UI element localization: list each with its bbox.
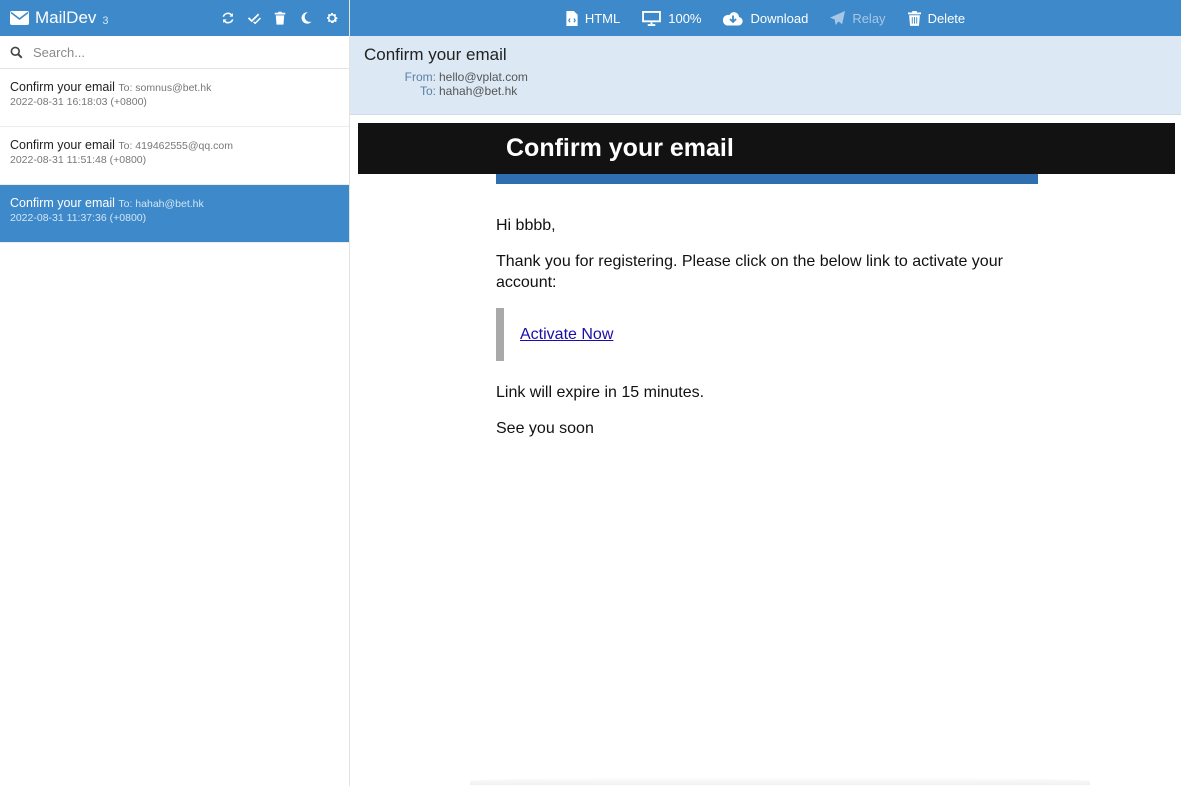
message-body: Confirm your email Hi bbbb, Thank you fo… (350, 115, 1181, 785)
message-toolbar: HTML 100% Download Relay Delete (350, 0, 1181, 36)
brand-bar: MailDev 3 (0, 0, 349, 36)
activate-link[interactable]: Activate Now (520, 326, 613, 343)
email-date: 2022-08-31 16:18:03 (+0800) (10, 96, 147, 108)
zoom-button[interactable]: 100% (642, 10, 702, 26)
signoff-text: See you soon (496, 420, 594, 437)
message-subject: Confirm your email (364, 45, 507, 64)
message-meta: From: hello@vplat.com To: hahah@bet.hk (364, 70, 1167, 98)
activation-callout: Activate Now (496, 308, 1056, 361)
moon-icon[interactable] (299, 11, 313, 25)
email-list-item[interactable]: Confirm your email To: 419462555@qq.com … (0, 127, 349, 185)
from-value: hello@vplat.com (439, 70, 528, 84)
monitor-icon (642, 10, 662, 26)
delete-label: Delete (927, 10, 966, 26)
relay-button[interactable]: Relay (830, 10, 886, 26)
search-input[interactable] (31, 43, 335, 61)
email-recipient: To: hahah@bet.hk (118, 198, 204, 210)
download-button[interactable]: Download (723, 11, 808, 26)
search-bar (0, 36, 349, 69)
email-recipient: To: somnus@bet.hk (118, 82, 212, 94)
relay-label: Relay (852, 10, 886, 26)
email-date: 2022-08-31 11:51:48 (+0800) (10, 154, 147, 166)
check-all-icon[interactable] (247, 11, 261, 25)
sidebar-tools (221, 11, 339, 25)
email-list-item[interactable]: Confirm your email To: somnus@bet.hk 202… (0, 69, 349, 127)
email-subject: Confirm your email (10, 196, 115, 210)
file-code-icon (566, 10, 578, 26)
search-icon (10, 46, 23, 59)
to-value: hahah@bet.hk (439, 84, 518, 98)
zoom-label: 100% (668, 10, 702, 26)
envelope-icon (10, 11, 29, 25)
email-banner: Confirm your email (358, 123, 1175, 174)
refresh-icon[interactable] (221, 11, 235, 25)
html-label: HTML (584, 10, 621, 26)
gear-icon[interactable] (325, 11, 339, 25)
main-panel: HTML 100% Download Relay Delete Confirm … (350, 0, 1181, 786)
banner-title: Confirm your email (506, 134, 734, 162)
email-count: 3 (102, 15, 109, 27)
download-label: Download (750, 10, 809, 26)
brand[interactable]: MailDev 3 (10, 8, 109, 28)
trash-icon[interactable] (273, 11, 287, 25)
email-list-item-selected[interactable]: Confirm your email To: hahah@bet.hk 2022… (0, 185, 349, 243)
to-label: To: (419, 84, 436, 98)
email-date: 2022-08-31 11:37:36 (+0800) (10, 212, 147, 224)
scroll-shadow (470, 777, 1090, 785)
email-recipient: To: 419462555@qq.com (118, 140, 233, 152)
paper-plane-icon (830, 10, 846, 26)
app-name: MailDev (35, 8, 97, 27)
email-list: Confirm your email To: somnus@bet.hk 202… (0, 69, 349, 243)
delete-button[interactable]: Delete (907, 10, 966, 26)
cloud-download-icon (723, 11, 744, 26)
email-content: Hi bbbb, Thank you for registering. Plea… (496, 215, 1056, 454)
expiry-text: Link will expire in 15 minutes. (496, 384, 705, 401)
sidebar: MailDev 3 Confirm (0, 0, 350, 786)
banner-strip (496, 174, 1038, 184)
greeting: Hi bbbb, (496, 217, 556, 234)
trash-icon (907, 10, 921, 26)
message-header: Confirm your email From: hello@vplat.com… (350, 36, 1181, 115)
email-subject: Confirm your email (10, 80, 115, 94)
email-subject: Confirm your email (10, 138, 115, 152)
intro-text: Thank you for registering. Please click … (496, 253, 1003, 291)
from-label: From: (404, 70, 436, 84)
html-button[interactable]: HTML (566, 10, 621, 26)
